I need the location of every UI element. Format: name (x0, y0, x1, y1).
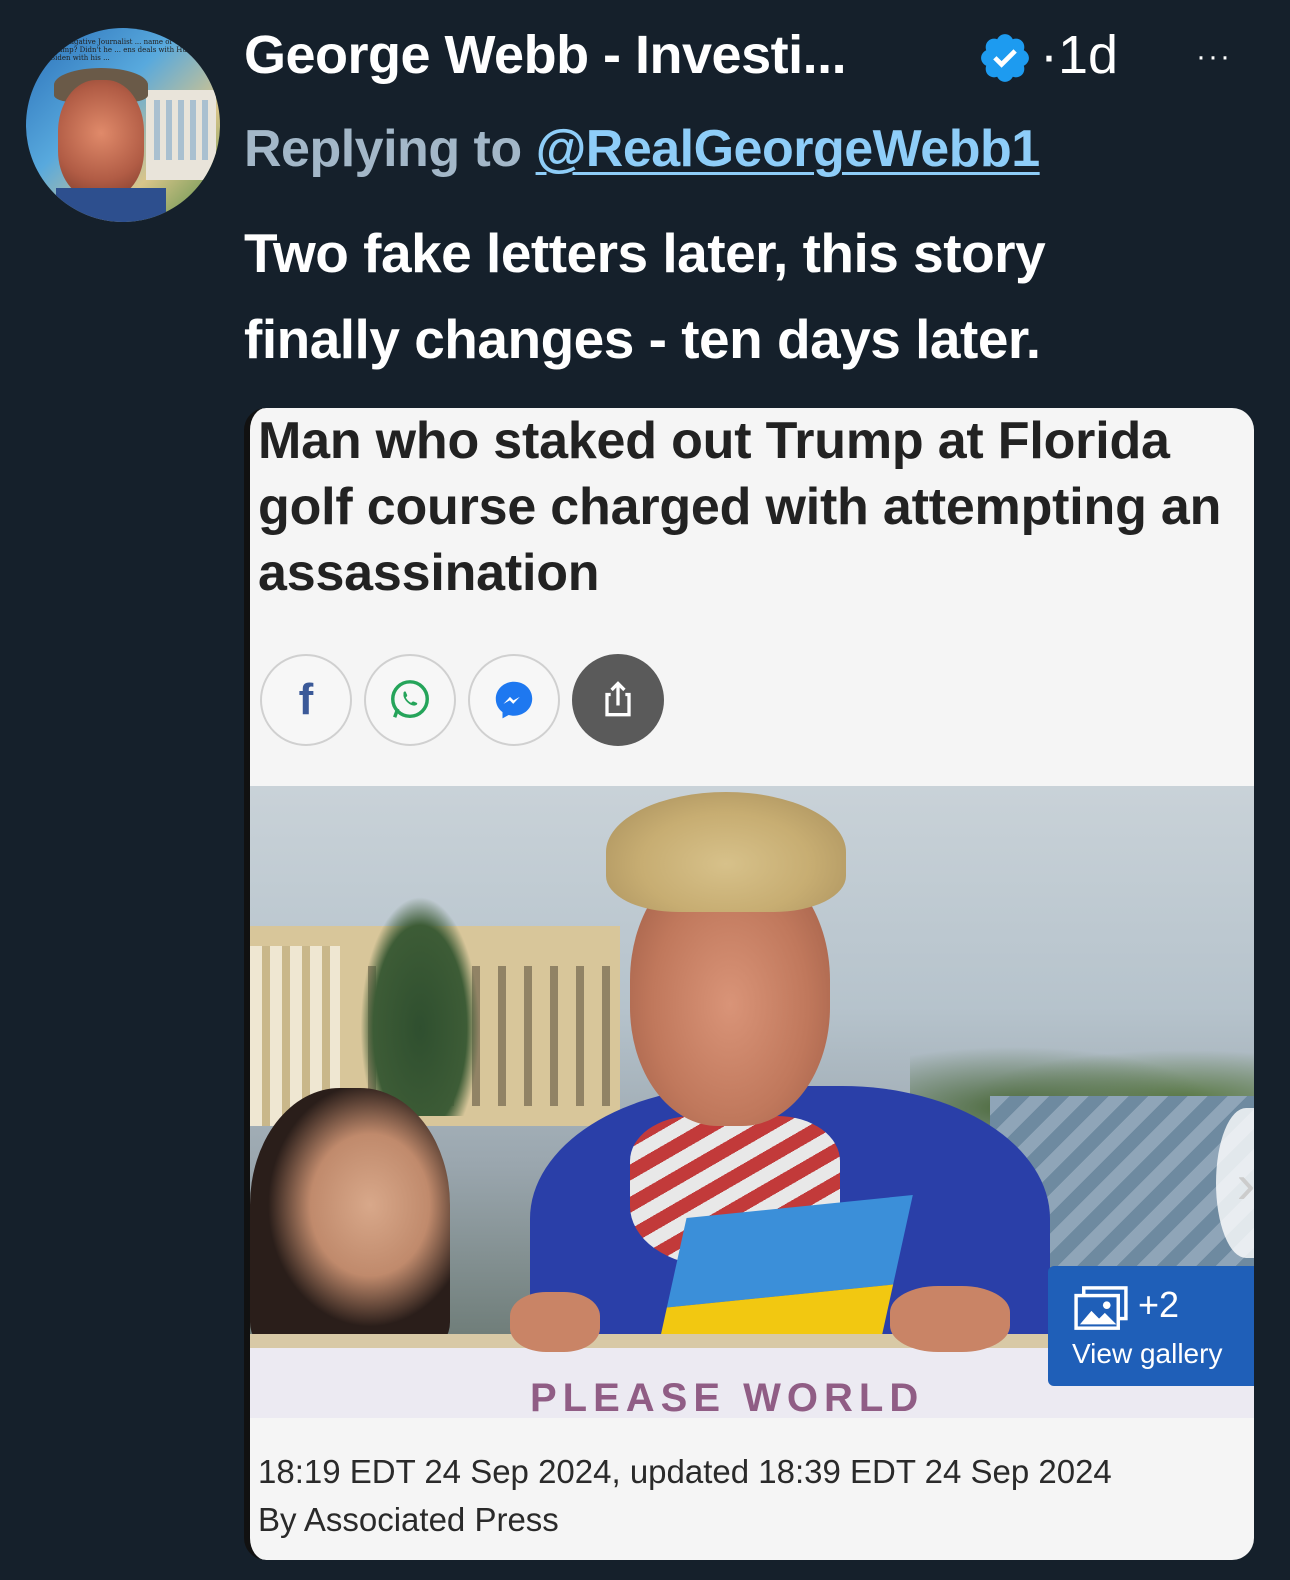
gallery-label: View gallery (1072, 1338, 1223, 1369)
timestamp-separator: · (1040, 25, 1058, 85)
photo-hand-left (510, 1292, 600, 1352)
media-card[interactable]: Man who staked out Trump at Florida golf… (244, 408, 1254, 1560)
photo-sign-text: PLEASE WORLD (530, 1376, 925, 1418)
whatsapp-icon (391, 680, 429, 719)
replying-to: Replying to @RealGeorgeWebb1 (244, 116, 1040, 182)
article-meta: 18:19 EDT 24 Sep 2024, updated 18:39 EDT… (258, 1448, 1248, 1544)
messenger-share-button[interactable] (468, 654, 560, 746)
author-avatar[interactable]: Investigative Journalist ... name of Yu … (26, 28, 220, 222)
facebook-icon: f (298, 675, 314, 724)
tweet-timestamp[interactable]: ·1d (1040, 22, 1118, 88)
messenger-icon (495, 681, 533, 719)
avatar-caption: Investigative Journalist ... name of Yu … (50, 38, 202, 62)
article-timestamp: 18:19 EDT 24 Sep 2024, updated 18:39 EDT… (258, 1453, 1112, 1490)
photo-tree (360, 896, 480, 1116)
photo-man-hair (606, 792, 846, 912)
reply-handle-link[interactable]: @RealGeorgeWebb1 (536, 120, 1041, 178)
share-icon (605, 681, 631, 717)
avatar-face (58, 80, 144, 198)
tweet-text: Two fake letters later, this story final… (244, 210, 1264, 382)
article-headline: Man who staked out Trump at Florida golf… (258, 412, 1222, 602)
tweet-text-line: finally changes - ten days later. (244, 308, 1041, 370)
avatar-shirt (56, 188, 166, 222)
article-byline: By Associated Press (258, 1501, 559, 1538)
whatsapp-share-button[interactable] (364, 654, 456, 746)
replying-to-label: Replying to (244, 120, 522, 178)
author-name[interactable]: George Webb - Investi... (244, 22, 847, 88)
view-gallery-button[interactable]: +2 View gallery (1048, 1266, 1254, 1386)
timestamp-value: 1d (1057, 25, 1119, 85)
tweet-text-line: Two fake letters later, this story (244, 222, 1046, 284)
gallery-count: +2 (1138, 1284, 1180, 1325)
avatar-building (146, 90, 216, 180)
more-options-icon[interactable]: ··· (1196, 40, 1232, 74)
verified-badge-icon (981, 34, 1029, 82)
native-share-button[interactable] (572, 654, 664, 746)
facebook-share-button[interactable]: f (260, 654, 352, 746)
photo-woman (250, 1088, 450, 1348)
gallery-icon (1074, 1286, 1128, 1330)
photo-hand-right (890, 1286, 1010, 1352)
